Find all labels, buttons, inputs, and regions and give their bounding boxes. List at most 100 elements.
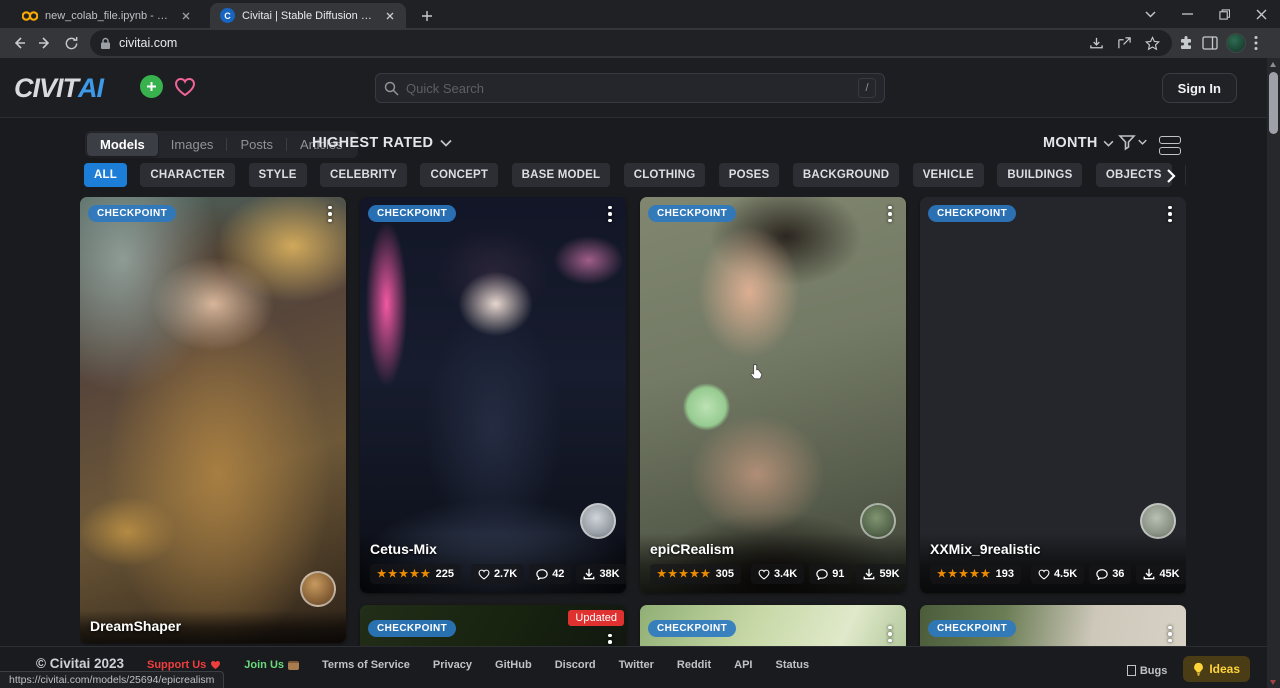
tab-search-icon[interactable] <box>1132 0 1169 28</box>
card-menu-icon[interactable] <box>1160 203 1180 225</box>
toolbar-right <box>1178 33 1258 53</box>
categories-scroll-right-button[interactable] <box>1160 165 1182 187</box>
model-card-dreamshaper[interactable]: CHECKPOINT DreamShaper <box>80 197 346 643</box>
heart-icon <box>210 660 221 670</box>
card-overlay: XXMix_9realistic ★★★★★ 193 4.5K 36 <box>920 533 1186 593</box>
maximize-button[interactable] <box>1206 0 1243 28</box>
back-button[interactable] <box>6 30 32 56</box>
category-pill-character[interactable]: CHARACTER <box>140 163 235 187</box>
footer-link-terms[interactable]: Terms of Service <box>322 656 410 671</box>
model-card-partial[interactable]: CHECKPOINT <box>640 605 906 646</box>
filter-button[interactable] <box>1118 133 1147 151</box>
ideas-button[interactable]: Ideas <box>1183 656 1250 682</box>
likes-count: 4.5K <box>1054 568 1077 580</box>
card-menu-icon[interactable] <box>320 203 340 225</box>
tab-images[interactable]: Images <box>158 133 227 156</box>
civitai-logo[interactable]: CIVIT AI <box>14 73 103 104</box>
comments-count: 42 <box>552 568 564 580</box>
card-menu-icon[interactable] <box>880 203 900 225</box>
category-pill-style[interactable]: STYLE <box>249 163 307 187</box>
footer-link-join-us[interactable]: Join Us <box>244 656 299 671</box>
category-pill-poses[interactable]: POSES <box>719 163 780 187</box>
model-card-partial[interactable]: CHECKPOINT <box>920 605 1186 646</box>
tab-close-icon[interactable] <box>178 8 194 24</box>
category-pill-clothing[interactable]: CLOTHING <box>624 163 706 187</box>
footer-link-discord[interactable]: Discord <box>555 656 596 671</box>
category-pill-vehicle[interactable]: VEHICLE <box>913 163 984 187</box>
model-title: XXMix_9realistic <box>930 541 1176 557</box>
bookmark-star-icon[interactable] <box>1142 33 1162 53</box>
page-scrollbar[interactable] <box>1267 58 1280 688</box>
tab-close-icon[interactable] <box>382 8 398 24</box>
browser-tab-colab[interactable]: new_colab_file.ipynb - Colaborat <box>12 3 202 28</box>
sort-dropdown-label: HIGHEST RATED <box>312 135 433 151</box>
sort-dropdown[interactable]: HIGHEST RATED <box>312 135 452 151</box>
tab-posts[interactable]: Posts <box>227 133 286 156</box>
category-pill-concept[interactable]: CONCEPT <box>420 163 498 187</box>
footer-link-support-us[interactable]: Support Us <box>147 656 221 671</box>
likes-count: 2.7K <box>494 568 517 580</box>
model-type-badge: CHECKPOINT <box>928 205 1016 222</box>
category-pill-all[interactable]: ALL <box>84 163 127 187</box>
url-bar[interactable]: civitai.com <box>90 30 1172 56</box>
site-header: CIVIT AI / Sign In <box>0 58 1280 118</box>
model-card-partial[interactable]: Updated CHECKPOINT <box>360 605 626 646</box>
window-controls <box>1132 0 1280 28</box>
card-menu-icon[interactable] <box>1160 623 1180 645</box>
layout-bar <box>1159 136 1181 144</box>
model-type-badge: CHECKPOINT <box>88 205 176 222</box>
card-menu-icon[interactable] <box>880 623 900 645</box>
chevron-down-icon <box>1138 139 1147 145</box>
footer-link-reddit[interactable]: Reddit <box>677 656 711 671</box>
model-card-xxmix9realistic[interactable]: CHECKPOINT XXMix_9realistic ★★★★★ 193 4.… <box>920 197 1186 593</box>
share-icon[interactable] <box>1114 33 1134 53</box>
scrollbar-down-arrow[interactable] <box>1270 680 1276 685</box>
category-pill-base-model[interactable]: BASE MODEL <box>512 163 611 187</box>
category-pill-buildings[interactable]: BUILDINGS <box>997 163 1082 187</box>
bugs-label: Bugs <box>1140 665 1168 677</box>
colab-icon <box>22 10 38 22</box>
comments-count: 91 <box>832 568 844 580</box>
comments-pill: 91 <box>809 564 851 584</box>
briefcase-icon <box>288 661 299 670</box>
extensions-icon[interactable] <box>1178 35 1194 51</box>
new-tab-button[interactable] <box>416 5 438 27</box>
footer-link-github[interactable]: GitHub <box>495 656 532 671</box>
search-input[interactable] <box>406 81 851 96</box>
side-panel-icon[interactable] <box>1202 36 1218 50</box>
category-pill-celebrity[interactable]: CELEBRITY <box>320 163 407 187</box>
card-menu-icon[interactable] <box>600 631 620 646</box>
footer-link-api[interactable]: API <box>734 656 752 671</box>
chevron-down-icon <box>440 139 452 147</box>
footer-link-bugs[interactable]: Bugs <box>1127 662 1168 677</box>
bug-icon <box>1127 665 1136 676</box>
browser-tab-civitai[interactable]: C Civitai | Stable Diffusion models, <box>210 3 406 28</box>
category-pill-background[interactable]: BACKGROUND <box>793 163 899 187</box>
model-card-cetus-mix[interactable]: CHECKPOINT Cetus-Mix ★★★★★ 225 2.7K <box>360 197 626 593</box>
browser-profile-avatar[interactable] <box>1226 33 1246 53</box>
browser-menu-icon[interactable] <box>1254 35 1258 51</box>
upload-plus-button[interactable] <box>140 75 163 98</box>
download-icon[interactable] <box>1086 33 1106 53</box>
quick-search[interactable]: / <box>375 73 885 103</box>
tab-models[interactable]: Models <box>87 133 158 156</box>
card-menu-icon[interactable] <box>600 203 620 225</box>
category-filter-row: ALL CHARACTER STYLE CELEBRITY CONCEPT BA… <box>84 163 1186 188</box>
category-pill-animal[interactable]: ANIMAL <box>1185 163 1186 187</box>
scrollbar-thumb[interactable] <box>1269 72 1278 134</box>
scrollbar-up-arrow[interactable] <box>1270 62 1276 67</box>
reload-button[interactable] <box>58 30 84 56</box>
close-window-button[interactable] <box>1243 0 1280 28</box>
creator-avatar[interactable] <box>300 571 336 607</box>
layout-toggle-button[interactable] <box>1159 134 1181 156</box>
period-dropdown-label: MONTH <box>1043 135 1098 151</box>
support-heart-icon[interactable] <box>172 74 198 100</box>
sign-in-button[interactable]: Sign In <box>1162 73 1237 103</box>
footer-link-status[interactable]: Status <box>775 656 809 671</box>
model-card-epicrealism[interactable]: CHECKPOINT epiCRealism ★★★★★ 305 3.4K <box>640 197 906 593</box>
footer-link-twitter[interactable]: Twitter <box>619 656 654 671</box>
forward-button[interactable] <box>32 30 58 56</box>
minimize-button[interactable] <box>1169 0 1206 28</box>
footer-link-privacy[interactable]: Privacy <box>433 656 472 671</box>
period-dropdown[interactable]: MONTH <box>1043 135 1114 151</box>
